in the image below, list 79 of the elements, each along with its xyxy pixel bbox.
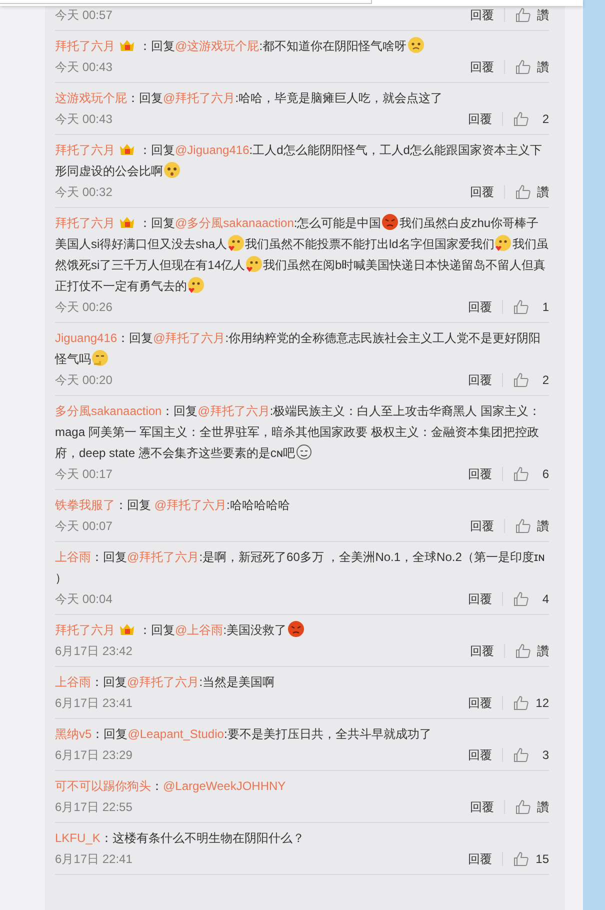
thumbs-up-icon (515, 184, 531, 200)
thumbs-up-icon (515, 59, 531, 75)
like-button[interactable]: 讚 (515, 183, 549, 201)
reply-link[interactable]: 回覆 (470, 517, 494, 535)
comment-time: 今天 00:43 (55, 111, 112, 128)
like-button[interactable]: 6 (513, 465, 549, 483)
comment-text: LKFU_K：这楼有条什么不明生物在阴阳什么？ (55, 830, 306, 847)
emoji-icon (381, 213, 400, 231)
emoji-icon (227, 234, 246, 252)
comment-text: 上谷雨：回复@拜托了六月:当然是美国啊 (55, 674, 276, 691)
comment-text: 上谷雨：回复@拜托了六月:是啊，新冠死了60多万 ，全美洲No.1，全球No.2（第一是印度ɪɴ ） (55, 549, 546, 587)
like-button[interactable]: 2 (513, 110, 549, 128)
like-button[interactable]: 讚 (515, 798, 549, 816)
comment-text: 拜托了六月 ：回复@Jiguang416:工人d怎么能阴阳怪气，工人d怎么能跟国家资本主义下形同虚设的公会比啊 (55, 141, 543, 181)
comment-time: 6月17日 22:55 (55, 799, 132, 816)
comment-time: 今天 00:04 (55, 591, 112, 608)
comment-text: Jiguang416：回复@拜托了六月:你用纳粹党的全称德意志民族社会主义工人党不是更好阴阳怪气吗 (55, 330, 542, 369)
thumbs-up-icon (513, 111, 529, 127)
like-button[interactable]: 12 (513, 694, 549, 712)
thumbs-up-icon (513, 591, 529, 607)
comment-time: 今天 00:20 (55, 372, 112, 389)
comment-time: 6月17日 23:29 (55, 747, 132, 764)
thumbs-up-icon (515, 7, 531, 23)
reply-link[interactable]: 回覆 (468, 465, 492, 483)
comment-time: 6月17日 23:41 (55, 695, 132, 712)
thumbs-up-icon (513, 466, 529, 482)
comment-time: 今天 00:32 (55, 184, 112, 201)
emoji-icon (163, 161, 181, 179)
like-button[interactable]: 3 (513, 746, 549, 764)
like-button[interactable]: 讚 (515, 6, 549, 24)
reply-link[interactable]: 回覆 (468, 694, 492, 712)
reply-link[interactable]: 回覆 (468, 298, 492, 316)
thumbs-up-icon (513, 695, 529, 711)
comment-time: 今天 00:43 (55, 59, 112, 76)
comment-time: 今天 00:17 (55, 466, 112, 483)
emoji-icon (187, 276, 205, 294)
emoji-icon (406, 36, 425, 54)
emoji-icon (91, 349, 109, 367)
comment-text: 拜托了六月 ：回复@上谷雨:美国没救了 (55, 620, 549, 641)
like-button[interactable]: 1 (513, 298, 549, 316)
thumbs-up-icon (513, 299, 529, 315)
emoji-icon (245, 255, 264, 273)
comment-text: 拜托了六月 ：回复@多分風sakanaaction:怎么可能是中国 我们虽然白皮zhu你哥棒子美国人si得好满口但又没去sha人 我们虽然不能投票不能打出ld名字但国家爱我们 我们虽然饿死si了三千万人但现在有14亿人 我们虽然在阅b时喊美国快递日本快递留岛不留人但真正打仗不一定有勇气去的 (55, 213, 549, 297)
reply-link[interactable]: 回覆 (470, 642, 494, 660)
emoji-icon (295, 443, 314, 461)
like-button[interactable]: 2 (513, 371, 549, 389)
comment-time: 今天 00:57 (55, 7, 112, 24)
thumbs-up-icon (515, 799, 531, 815)
comment-text: 铁拳我服了：回复 @拜托了六月:哈哈哈哈哈 (55, 497, 291, 514)
reply-link[interactable]: 回覆 (470, 58, 494, 76)
reply-link[interactable]: 回覆 (468, 746, 492, 764)
like-button[interactable]: 4 (513, 590, 549, 608)
reply-link[interactable]: 回覆 (470, 183, 494, 201)
like-button[interactable]: 讚 (515, 642, 549, 660)
comment-time: 6月17日 23:42 (55, 643, 132, 660)
like-button[interactable]: 讚 (515, 58, 549, 76)
thumbs-up-icon (513, 372, 529, 388)
reply-link[interactable]: 回覆 (468, 590, 492, 608)
comment-time: 今天 00:26 (55, 299, 112, 316)
comment-text: 拜托了六月 ：回复@这游戏玩个屁:都不知道你在阴阳怪气啥呀 (55, 36, 549, 57)
thumbs-up-icon (513, 851, 529, 867)
comment-time: 6月17日 22:41 (55, 851, 132, 868)
thumbs-up-icon (515, 643, 531, 659)
reply-link[interactable]: 回覆 (468, 110, 492, 128)
comment-time: 今天 00:07 (55, 518, 112, 535)
comment-text: 这游戏玩个屁：回复@拜托了六月:哈哈，毕竟是脑瘫巨人吃，就会点这了 (55, 90, 444, 107)
reply-link[interactable]: 回覆 (468, 371, 492, 389)
comment-text: 多分風sakanaaction：回复@拜托了六月:极端民族主义：白人至上攻击华裔黑人 国家主义：maga 阿美第一 军国主义：全世界驻军，暗杀其他国家政要 极权主义：金融资本集团把控政府，deep state 懑不会集齐这些要素的是ᴄɴ吧 (55, 403, 542, 463)
reply-link[interactable]: 回覆 (470, 6, 494, 24)
emoji-icon (494, 234, 512, 252)
comment-text: 可不可以踢你狗头：@LargeWeekJOHHNY (55, 778, 287, 795)
thumbs-up-icon (513, 747, 529, 763)
like-button[interactable]: 讚 (515, 517, 549, 535)
reply-link[interactable]: 回覆 (468, 850, 492, 868)
emoji-icon (286, 620, 305, 638)
reply-link[interactable]: 回覆 (470, 798, 494, 816)
comment-text: 黑纳v5：回复@Leapant_Studio:要不是美打压日共，全共斗早就成功了 (55, 726, 432, 743)
like-button[interactable]: 15 (513, 850, 549, 868)
thumbs-up-icon (515, 518, 531, 534)
